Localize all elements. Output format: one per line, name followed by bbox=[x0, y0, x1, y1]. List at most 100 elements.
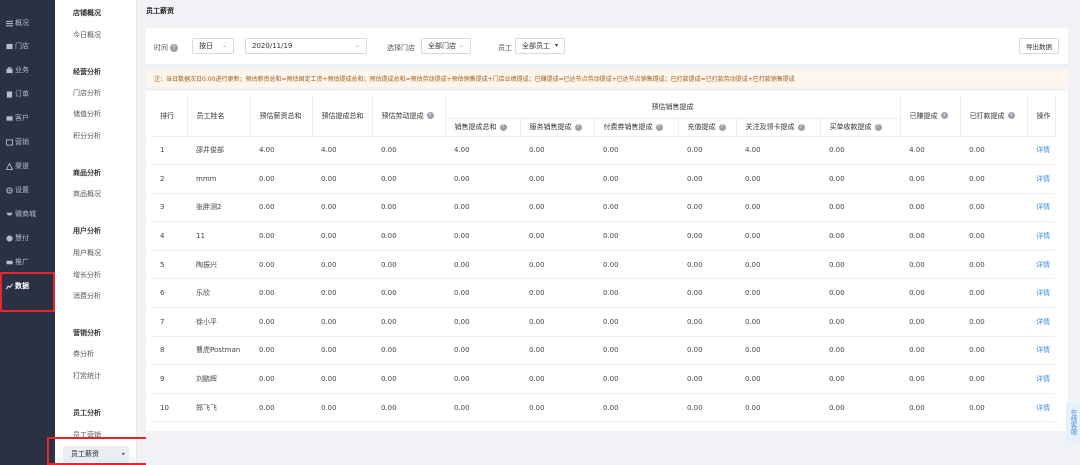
export-button[interactable]: 导出数据 bbox=[1019, 38, 1059, 54]
detail-link[interactable]: 详情 bbox=[1027, 307, 1056, 337]
customer-icon bbox=[5, 114, 13, 122]
sub-item-stored-value[interactable]: 储值分析 bbox=[73, 109, 101, 119]
cell-voucher: 0.00 bbox=[594, 364, 678, 394]
period-select[interactable]: 按日 ⌄ bbox=[192, 38, 234, 54]
sub-item-coupon[interactable]: 券分析 bbox=[73, 349, 94, 359]
cell-paid: 0.00 bbox=[960, 307, 1028, 337]
col-header-follow: 关注及领卡提成? bbox=[736, 118, 821, 137]
online-service-button[interactable]: 在线客服 bbox=[1066, 402, 1080, 442]
help-icon[interactable]: ? bbox=[170, 44, 178, 52]
nav-item-business[interactable]: 业务 bbox=[0, 60, 55, 80]
cell-paid: 0.00 bbox=[960, 278, 1028, 309]
detail-link[interactable]: 详情 bbox=[1027, 393, 1056, 423]
detail-link[interactable]: 详情 bbox=[1027, 164, 1056, 194]
col-header-labor-text: 预估劳动提成 bbox=[381, 111, 424, 120]
nav-item-customer[interactable]: 客户 bbox=[0, 108, 55, 128]
cell-sales-total: 0.00 bbox=[445, 278, 520, 309]
sub-item-today[interactable]: 今日概况 bbox=[73, 30, 101, 40]
cell-name: 陶振兴 bbox=[187, 250, 250, 280]
cell-paid: 0.00 bbox=[960, 364, 1028, 394]
cell-voucher: 0.00 bbox=[594, 221, 678, 251]
sub-item-points[interactable]: 积分分析 bbox=[73, 131, 101, 141]
sub-section-title: 店铺概况 bbox=[73, 9, 101, 17]
detail-link[interactable]: 详情 bbox=[1027, 278, 1056, 309]
col-header-voucher: 付费券销售提成? bbox=[594, 118, 679, 137]
cell-rank: 1 bbox=[151, 136, 187, 166]
secondary-sidebar: 店铺概况 今日概况 经营分析 门店分析 储值分析 积分分析 商品分析 商品概况 … bbox=[55, 0, 137, 465]
nav-item-overview[interactable]: 概况 bbox=[0, 13, 55, 33]
nav-item-pay[interactable]: 慧付 bbox=[0, 228, 55, 248]
cell-service: 0.00 bbox=[520, 250, 594, 280]
detail-link[interactable]: 详情 bbox=[1027, 193, 1056, 223]
cell-recharge: 0.00 bbox=[678, 250, 736, 280]
cell-total-salary: 0.00 bbox=[250, 393, 312, 423]
cell-single: 0.00 bbox=[820, 364, 901, 394]
sub-item-product-overview[interactable]: 商品概况 bbox=[73, 189, 101, 199]
cell-sales-total: 0.00 bbox=[445, 307, 520, 337]
nav-item-promote[interactable]: 推广 bbox=[0, 252, 55, 272]
nav-item-marketing[interactable]: 营销 bbox=[0, 132, 55, 152]
cell-earned: 0.00 bbox=[900, 164, 961, 194]
chevron-down-icon: ⌄ bbox=[458, 42, 464, 49]
store-select[interactable]: 全部门店 ⌄ bbox=[421, 38, 471, 54]
nav-item-mall[interactable]: 微商城 bbox=[0, 204, 55, 224]
caret-down-icon: ▾ bbox=[554, 42, 558, 49]
cell-sales-total: 0.00 bbox=[445, 164, 520, 194]
staff-select[interactable]: 全部员工 ▾ bbox=[515, 38, 565, 54]
sub-item-growth[interactable]: 增长分析 bbox=[73, 270, 101, 280]
help-icon[interactable]: ? bbox=[574, 123, 582, 131]
help-icon[interactable]: ? bbox=[797, 123, 805, 131]
nav-label: 业务 bbox=[15, 66, 29, 74]
nav-item-settings[interactable]: 设置 bbox=[0, 180, 55, 200]
nav-label: 微商城 bbox=[15, 210, 36, 218]
time-label-text: 时间 bbox=[154, 44, 168, 52]
help-icon[interactable]: ? bbox=[426, 112, 434, 120]
help-icon[interactable]: ? bbox=[718, 123, 726, 131]
help-icon[interactable]: ? bbox=[655, 123, 663, 131]
sub-section-title: 商品分析 bbox=[73, 169, 101, 177]
cell-total-salary: 0.00 bbox=[250, 278, 312, 309]
cell-single: 0.00 bbox=[820, 193, 901, 223]
cell-total-commission: 4.00 bbox=[312, 136, 372, 166]
cell-paid: 0.00 bbox=[960, 336, 1028, 366]
order-icon bbox=[5, 90, 13, 98]
help-icon[interactable]: ? bbox=[1007, 112, 1015, 120]
cell-service: 0.00 bbox=[520, 336, 594, 366]
help-icon[interactable]: ? bbox=[499, 123, 507, 131]
nav-item-store[interactable]: 门店 bbox=[0, 36, 55, 56]
nav-label: 门店 bbox=[15, 42, 29, 50]
detail-link[interactable]: 详情 bbox=[1027, 221, 1056, 251]
cell-rank: 4 bbox=[151, 221, 187, 251]
detail-link[interactable]: 详情 bbox=[1027, 136, 1056, 166]
cell-total-salary: 0.00 bbox=[250, 336, 312, 366]
help-icon[interactable]: ? bbox=[940, 112, 948, 120]
cell-follow: 0.00 bbox=[736, 336, 820, 366]
col-header-sales-total: 销售提成总和? bbox=[445, 118, 521, 137]
cell-recharge: 0.00 bbox=[678, 278, 736, 309]
cell-earned: 0.00 bbox=[900, 364, 961, 394]
detail-link[interactable]: 详情 bbox=[1027, 250, 1056, 280]
sub-item-tips[interactable]: 打赏统计 bbox=[73, 371, 101, 381]
sub-item-store-analysis[interactable]: 门店分析 bbox=[73, 88, 101, 98]
cell-name: 曹虎Postman bbox=[187, 336, 250, 366]
col-header-service: 服务销售提成? bbox=[520, 118, 595, 137]
sub-item-consumption[interactable]: 消费分析 bbox=[73, 291, 101, 301]
date-picker[interactable]: 2020/11/19 ⌄ bbox=[245, 38, 367, 54]
nav-item-order[interactable]: 订单 bbox=[0, 84, 55, 104]
cell-sales-total: 0.00 bbox=[445, 193, 520, 223]
nav-item-channel[interactable]: 渠道 bbox=[0, 156, 55, 176]
cell-recharge: 0.00 bbox=[678, 336, 736, 366]
help-icon[interactable]: ? bbox=[874, 123, 882, 131]
sub-item-user-overview[interactable]: 用户概况 bbox=[73, 248, 101, 258]
cell-rank: 9 bbox=[151, 364, 187, 394]
cell-recharge: 0.00 bbox=[678, 393, 736, 423]
nav-label: 客户 bbox=[15, 114, 29, 122]
pagination-area bbox=[146, 434, 1068, 465]
cell-follow: 0.00 bbox=[736, 278, 820, 309]
cell-name: 11 bbox=[187, 221, 250, 251]
cell-total-salary: 4.00 bbox=[250, 136, 312, 166]
detail-link[interactable]: 详情 bbox=[1027, 336, 1056, 366]
col-header-recharge-text: 充值提成 bbox=[687, 123, 716, 131]
detail-link[interactable]: 详情 bbox=[1027, 364, 1056, 394]
nav-label: 设置 bbox=[15, 186, 29, 194]
